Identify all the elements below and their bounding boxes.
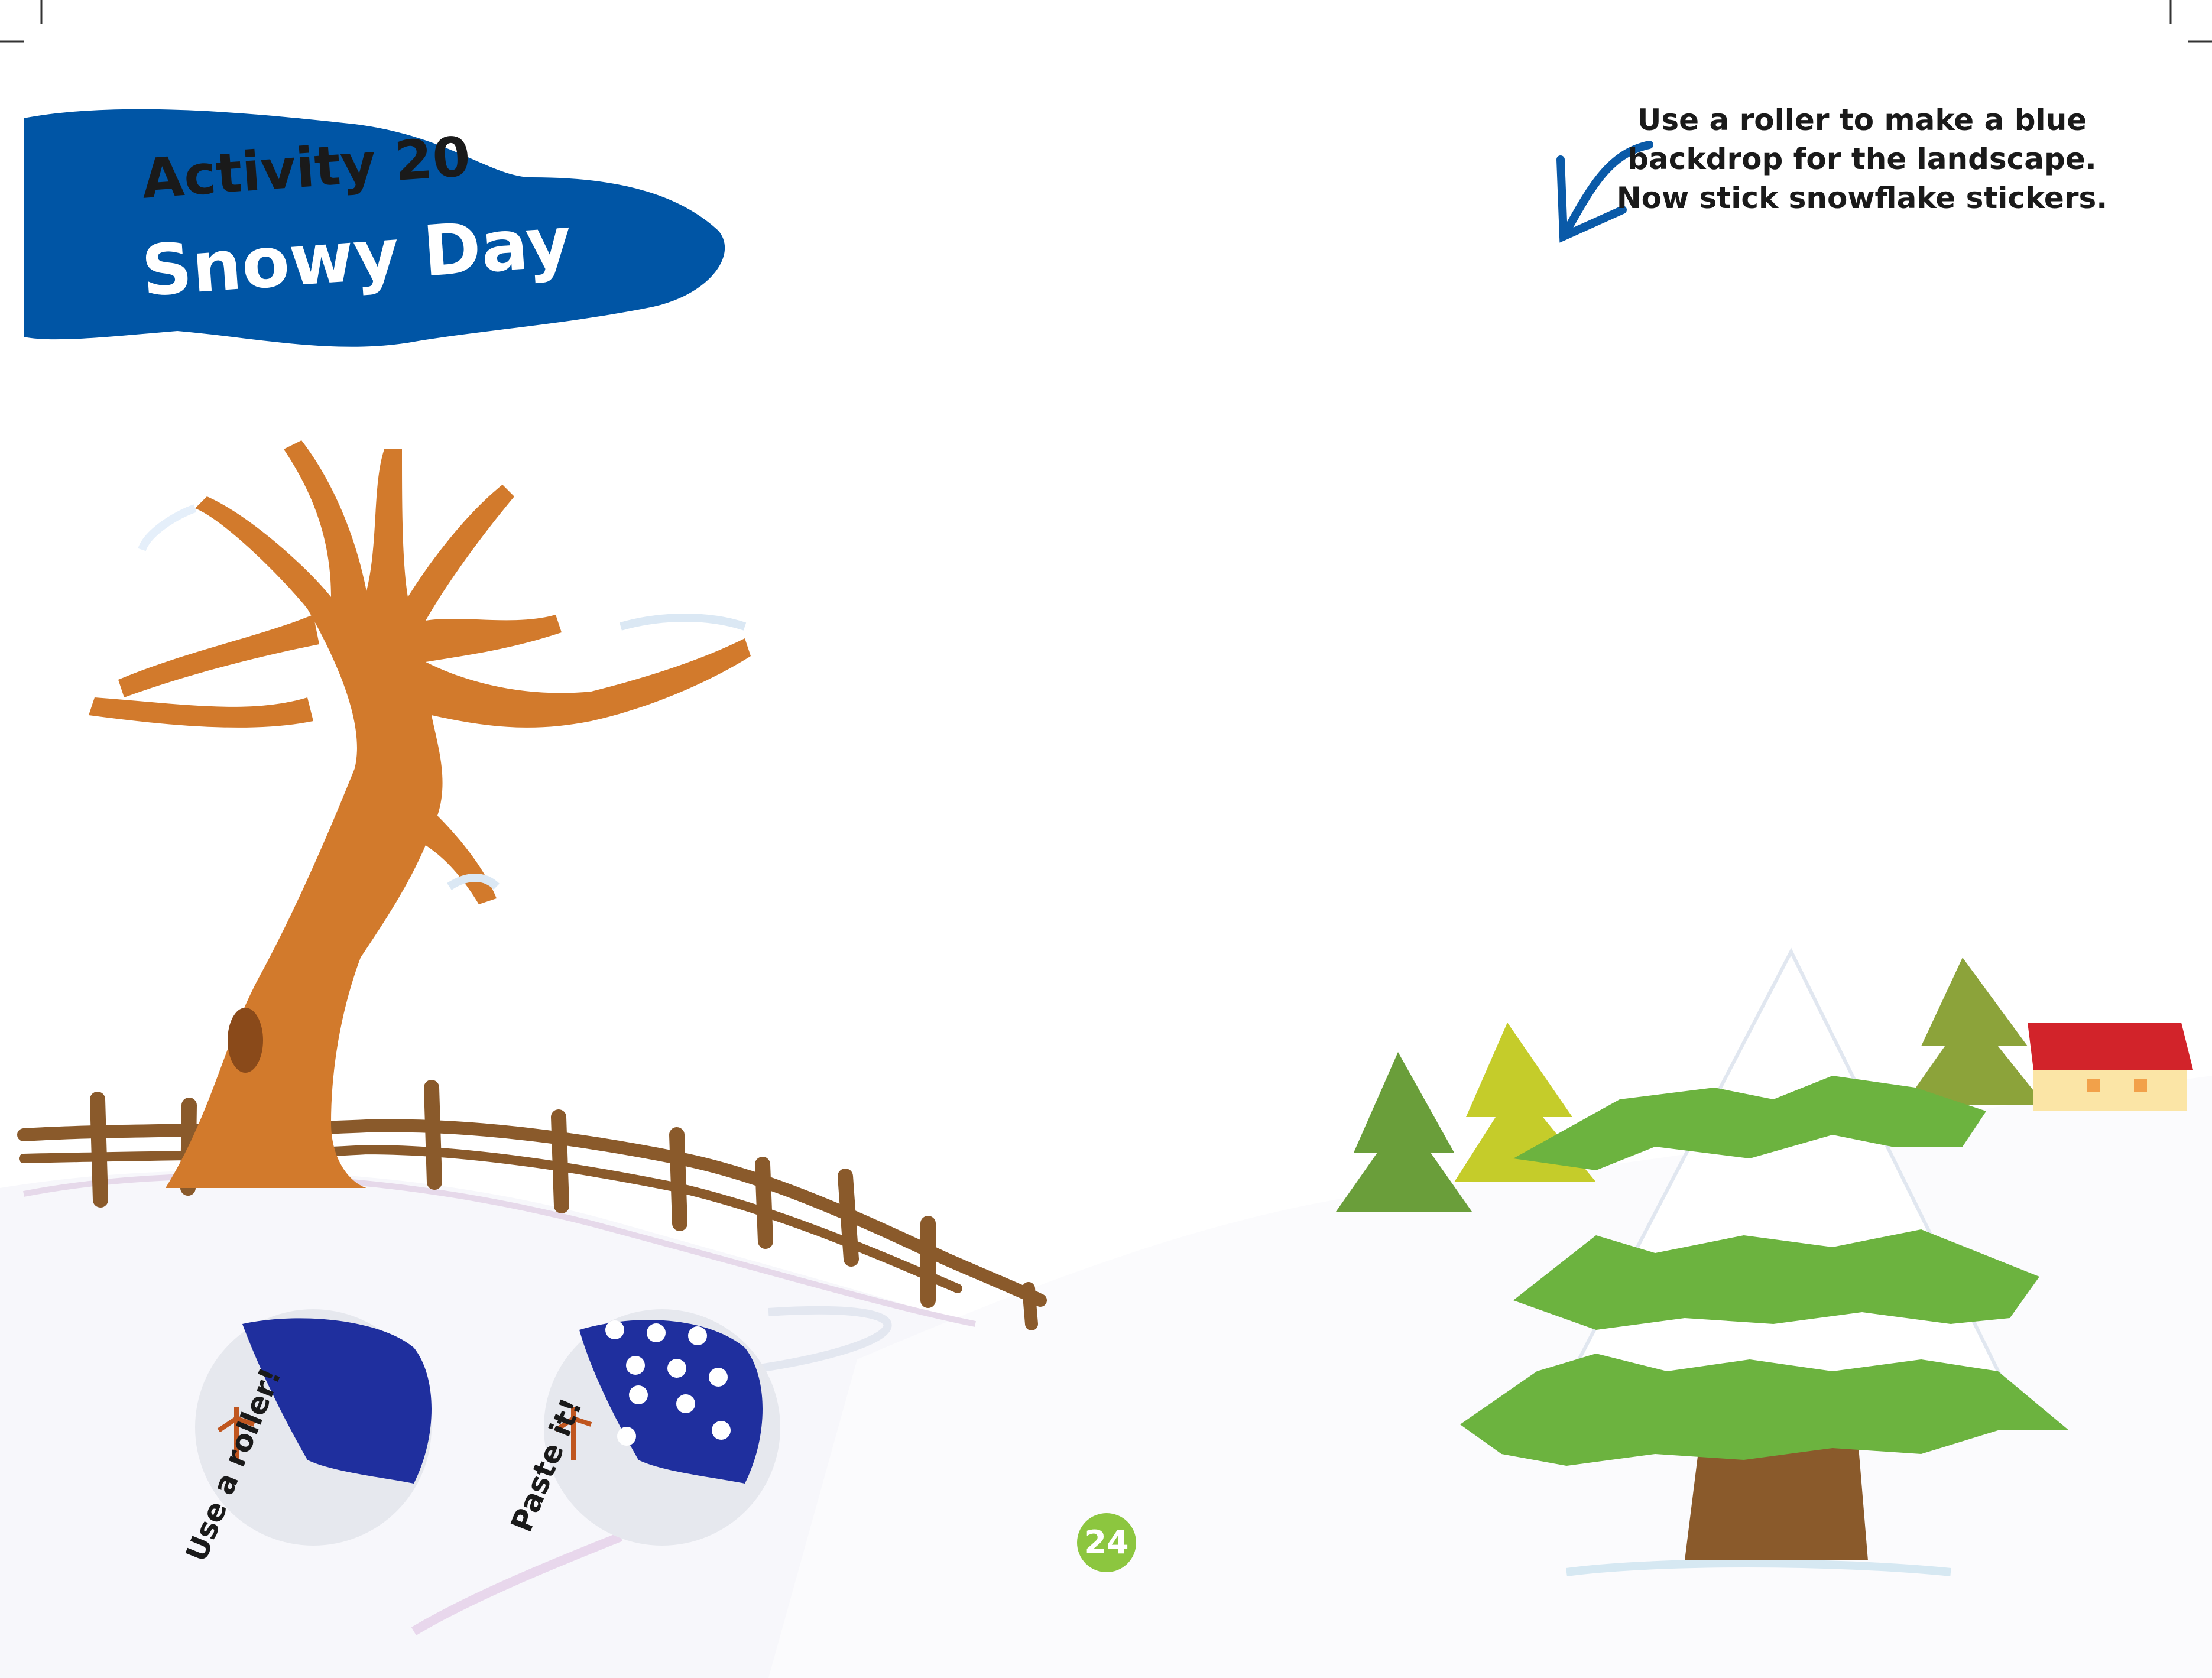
instruction-text: Use a roller to make a blue backdrop for… — [1596, 100, 2128, 218]
red-roof-house — [2028, 1023, 2193, 1111]
instruction-line-3: Now stick snowflake stickers. — [1616, 181, 2108, 215]
instruction-line-2: backdrop for the landscape. — [1627, 142, 2097, 176]
bare-tree — [89, 440, 751, 1188]
instruction-line-1: Use a roller to make a blue — [1637, 103, 2087, 137]
page-number-badge: 24 — [1077, 1513, 1136, 1572]
